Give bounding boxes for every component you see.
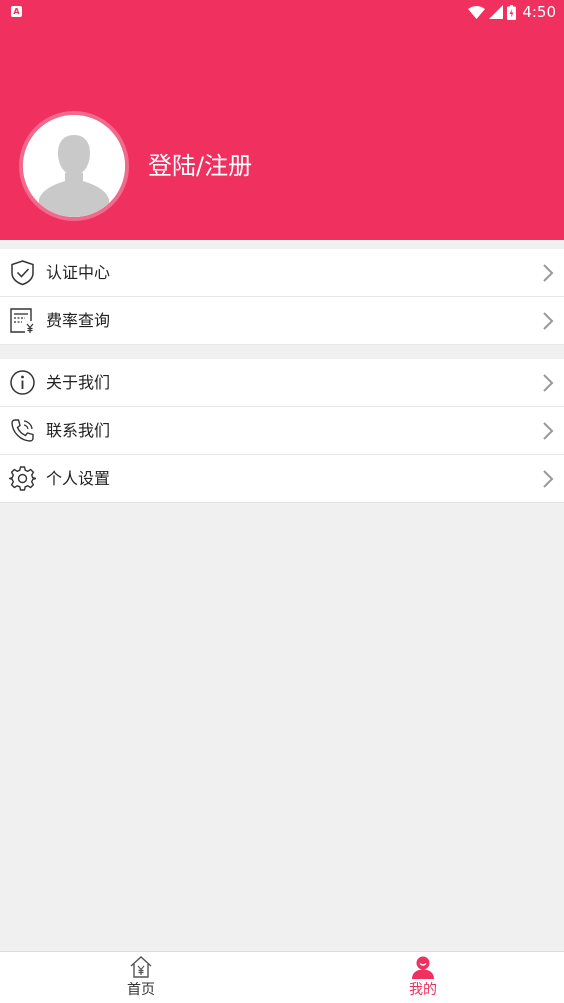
phone-icon: [11, 419, 34, 442]
home-yuan-icon: [130, 956, 152, 978]
chevron-right-icon: [543, 470, 554, 488]
tab-home[interactable]: 首页: [81, 952, 201, 1003]
menu-item-certification[interactable]: 认证中心: [0, 249, 564, 297]
signal-icon: [489, 5, 504, 19]
notification-a-icon: A: [11, 6, 22, 17]
user-icon: [412, 956, 434, 979]
menu-item-label: 关于我们: [46, 373, 111, 392]
menu-item-rate-query[interactable]: 费率查询: [0, 297, 564, 345]
menu-item-label: 个人设置: [46, 469, 111, 488]
status-bar: A 4:50: [0, 0, 564, 24]
tab-mine-label: 我的: [409, 982, 437, 998]
gear-icon: [9, 466, 36, 491]
battery-icon: [507, 4, 517, 20]
menu-group-account: 认证中心 费率查询: [0, 249, 564, 345]
chevron-right-icon: [543, 374, 554, 392]
wifi-icon: [468, 5, 486, 19]
menu-item-personal-settings[interactable]: 个人设置: [0, 455, 564, 503]
profile-header: 登陆/注册: [0, 0, 564, 240]
menu-item-label: 认证中心: [46, 263, 111, 282]
chevron-right-icon: [543, 312, 554, 330]
chevron-right-icon: [543, 422, 554, 440]
bottom-tab-bar: 首页 我的: [0, 951, 564, 1003]
shield-check-icon: [11, 260, 34, 286]
info-icon: [10, 370, 35, 395]
login-register-link[interactable]: 登陆/注册: [148, 150, 252, 182]
tab-mine[interactable]: 我的: [363, 952, 483, 1003]
avatar[interactable]: [19, 111, 129, 221]
status-time: 4:50: [522, 3, 556, 21]
rate-bill-icon: [10, 308, 34, 333]
menu-group-other: 关于我们 联系我们 个人设置: [0, 359, 564, 503]
menu-item-label: 费率查询: [46, 311, 111, 330]
menu-item-contact-us[interactable]: 联系我们: [0, 407, 564, 455]
menu-item-label: 联系我们: [46, 421, 111, 440]
menu-item-about-us[interactable]: 关于我们: [0, 359, 564, 407]
tab-home-label: 首页: [127, 982, 155, 998]
chevron-right-icon: [543, 264, 554, 282]
default-avatar-icon: [23, 115, 125, 217]
